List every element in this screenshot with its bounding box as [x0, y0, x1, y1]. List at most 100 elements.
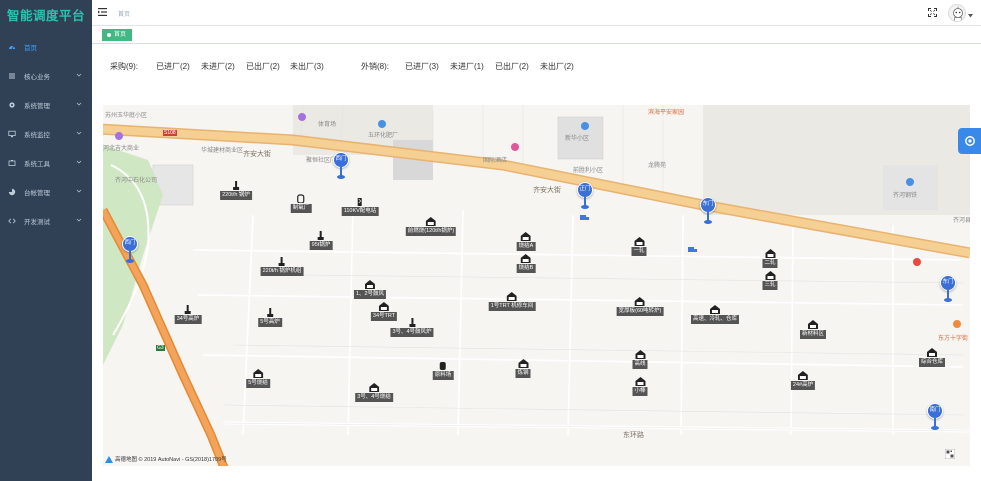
gate-marker-west-1[interactable]: 西门: [333, 152, 349, 179]
building-marker[interactable]: 三轧: [762, 271, 778, 290]
sidebar-item-system-monitor[interactable]: 系统监控: [0, 119, 92, 148]
place-label: 五环化肥厂: [368, 133, 399, 139]
chimney-icon: [185, 305, 191, 314]
tank-icon: [439, 362, 446, 370]
road-label: 东环路: [623, 432, 644, 439]
poi-marker-icon: [913, 258, 921, 266]
building-marker[interactable]: 烧结A: [516, 232, 536, 251]
sidebar-item-system-management[interactable]: 系统管理: [0, 90, 92, 119]
factory-map[interactable]: 齐安大街 齐安大街 S108 G3 东环路 苏州玉华庭小区 体育场 华城建材商业…: [103, 105, 970, 466]
factory-icon: [253, 369, 263, 378]
truck-icon[interactable]: [688, 247, 697, 253]
sidebar-item-ledger-management[interactable]: 台帐管理: [0, 177, 92, 206]
building-marker[interactable]: 综合仓库: [918, 348, 946, 367]
building-marker[interactable]: 一轧: [631, 237, 647, 256]
sidebar-item-label: 系统管理: [24, 102, 50, 110]
purchase-exited[interactable]: 已出厂(2): [246, 61, 280, 72]
building-marker[interactable]: 制氧厂: [290, 194, 312, 213]
gate-marker-south[interactable]: 南门: [927, 403, 943, 430]
factory-icon: [379, 302, 389, 311]
sidebar-item-core-business[interactable]: 核心业务: [0, 61, 92, 90]
poi-marker-icon: [298, 113, 306, 121]
sales-not-entered[interactable]: 未进厂(1): [450, 61, 484, 72]
factory-icon: [369, 383, 379, 392]
hamburger-icon[interactable]: [98, 8, 107, 16]
building-marker[interactable]: 高线: [632, 350, 648, 369]
sales-exited[interactable]: 已出厂(2): [495, 61, 529, 72]
factory-icon: [798, 371, 808, 380]
purchase-not-entered[interactable]: 未进厂(2): [201, 61, 235, 72]
gate-marker-east-1[interactable]: 东门: [700, 197, 716, 224]
factory-icon: [807, 320, 818, 329]
robot-avatar-icon: [953, 6, 963, 21]
chevron-down-icon: [76, 160, 82, 164]
factory-icon: [633, 237, 644, 246]
user-avatar[interactable]: [948, 4, 966, 22]
building-marker[interactable]: 1号TRT 机修车间: [488, 292, 536, 311]
building-marker[interactable]: 3号、4号烧结: [355, 383, 393, 402]
sidebar-item-label: 台帐管理: [24, 189, 50, 197]
building-marker[interactable]: 110KV配电站: [341, 197, 379, 216]
sidebar-item-home[interactable]: 首页: [0, 32, 92, 61]
building-marker[interactable]: 烧结B: [516, 254, 536, 273]
factory-icon: [764, 271, 775, 280]
chevron-down-icon: [76, 218, 82, 222]
app-logo-title[interactable]: 智能调度平台: [0, 0, 92, 32]
poi-marker-icon: [953, 320, 961, 328]
building-marker[interactable]: 220t/h 锅炉机组: [260, 257, 304, 276]
gate-marker-east-2[interactable]: 东门: [940, 275, 956, 302]
sales-label: 外销(8):: [361, 62, 389, 71]
building-marker[interactable]: 高速、冷轧、仓库: [690, 305, 740, 324]
place-label: 新华小区: [565, 136, 590, 142]
building-marker[interactable]: 前燃烧(120t/h锅炉): [405, 217, 457, 236]
building-marker[interactable]: 220t/h 锅炉: [220, 181, 252, 200]
tag-home[interactable]: 首页: [102, 29, 133, 41]
building-marker[interactable]: 1、2号鼓风: [353, 280, 387, 299]
building-marker[interactable]: 24#高炉: [790, 371, 816, 390]
fullscreen-icon[interactable]: [928, 8, 937, 17]
factory-icon: [634, 350, 645, 359]
building-marker[interactable]: 5号高炉: [258, 308, 282, 327]
gate-marker-main[interactable]: 正门: [577, 182, 593, 209]
building-marker[interactable]: 炼钢: [515, 359, 531, 378]
place-label: 东方十字街: [938, 336, 969, 342]
place-label: 齐河钢铁: [893, 193, 918, 199]
sidebar-item-dev-test[interactable]: 开发测试: [0, 206, 92, 235]
poi-marker-icon: [115, 132, 123, 140]
gate-marker-west-2[interactable]: 西门: [122, 236, 138, 263]
factory-icon: [517, 359, 528, 368]
building-marker[interactable]: 95t锅炉: [309, 231, 333, 250]
sidebar-item-label: 开发测试: [24, 218, 50, 226]
place-label: 聚恒社区门: [306, 158, 337, 164]
chevron-down-icon: [76, 73, 82, 77]
chart-icon: [8, 188, 16, 196]
building-marker[interactable]: 3号、4号鼓风炉: [390, 318, 434, 337]
settings-drawer-button[interactable]: [958, 128, 981, 154]
building-marker[interactable]: 宽厚板(60吨转炉): [616, 297, 664, 316]
place-label: 前胜利小区: [573, 168, 604, 174]
place-label: 体育场: [318, 122, 337, 128]
factory-icon: [635, 297, 645, 306]
road-label: 齐安大街: [243, 151, 271, 158]
place-label: 国际酒店: [483, 158, 508, 164]
map-copyright: 高德地图 © 2019 AutoNavi - GS(2018)1709号: [105, 455, 227, 463]
chevron-down-icon: [76, 131, 82, 135]
sidebar-item-label: 系统监控: [24, 131, 50, 139]
sidebar-item-system-tools[interactable]: 系统工具: [0, 148, 92, 177]
amap-logo-icon: [105, 455, 113, 463]
building-marker[interactable]: 新材料区: [799, 320, 827, 339]
building-marker[interactable]: 二轧: [762, 249, 778, 268]
purchase-entered[interactable]: 已进厂(2): [156, 61, 190, 72]
qr-code-icon[interactable]: [945, 449, 955, 459]
building-marker[interactable]: 小棒: [632, 377, 648, 396]
factory-icon: [520, 232, 531, 241]
caret-down-icon[interactable]: [968, 14, 973, 18]
building-marker[interactable]: 34号高炉: [174, 305, 202, 324]
sales-entered[interactable]: 已进厂(3): [405, 61, 439, 72]
purchase-not-exited[interactable]: 未出厂(3): [290, 61, 324, 72]
sales-not-exited[interactable]: 未出厂(2): [540, 61, 574, 72]
gear-icon: [964, 136, 975, 146]
truck-icon[interactable]: [580, 215, 589, 221]
building-marker[interactable]: 5号烧结: [246, 369, 270, 388]
building-marker[interactable]: 原料场: [432, 361, 454, 380]
